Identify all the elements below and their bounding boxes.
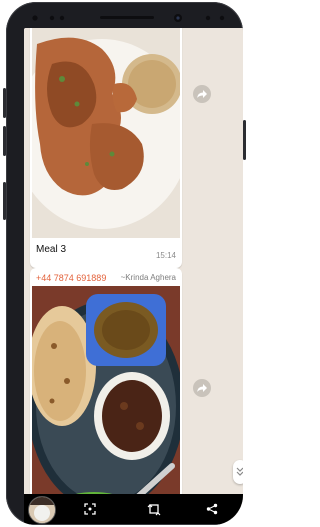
avatar[interactable] [28,496,56,524]
message-photo-2[interactable] [32,286,180,524]
double-chevron-down-icon [236,467,243,476]
rotate-button[interactable] [146,501,162,517]
avatar-photo [29,497,55,523]
forward-button-2[interactable] [193,379,211,397]
bixby-button [3,182,6,220]
media-action-bar [24,494,243,524]
volume-down-button [3,126,6,156]
phone-top-bezel [26,10,238,26]
forward-button[interactable] [193,85,211,103]
food-photo-thali [32,286,180,524]
message-time: 15:14 [155,251,176,260]
sender-phone-number[interactable]: +44 7874 691889 [36,273,106,283]
chat-screen[interactable]: Meal 3 15:14 +44 7874 691889 ~Krinda Agh… [24,28,243,524]
message-caption: Meal 3 [36,244,67,255]
volume-up-button [3,88,6,118]
share-button[interactable] [204,501,220,517]
sender-name: ~Krinda Aghera [120,273,176,282]
focus-icon [84,503,96,515]
rotate-icon [147,504,161,516]
share-icon [206,503,218,515]
share-forward-icon [197,90,207,98]
image-message-bubble[interactable]: Meal 3 15:14 [30,28,182,268]
phone-frame: Meal 3 15:14 +44 7874 691889 ~Krinda Agh… [6,2,243,525]
front-camera-sensors [32,14,225,22]
image-message-bubble-2[interactable]: +44 7874 691889 ~Krinda Aghera [30,268,182,524]
food-photo-pancakes [32,28,180,238]
share-forward-icon [197,384,207,392]
message-photo[interactable] [32,28,180,238]
power-button [243,120,246,160]
scroll-to-bottom-button[interactable] [233,460,243,484]
focus-button[interactable] [82,501,98,517]
